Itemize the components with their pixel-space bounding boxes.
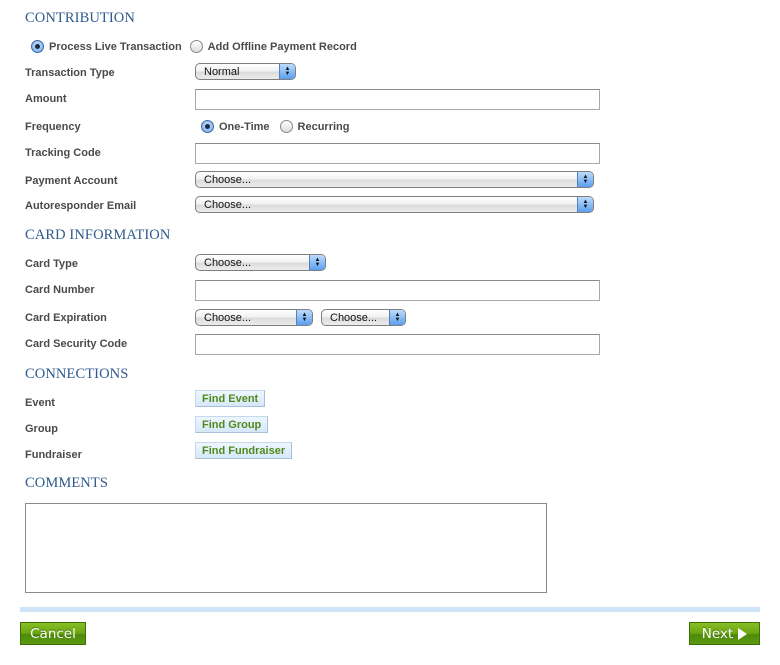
amount-input[interactable] (195, 89, 600, 110)
next-button-label: Next (701, 625, 734, 642)
card-expiration-year-select[interactable]: Choose... ▲ ▼ (321, 309, 406, 326)
radio-label: One-Time (219, 120, 270, 133)
find-fundraiser-button[interactable]: Find Fundraiser (195, 442, 293, 459)
select-value: Choose... (204, 256, 252, 269)
group-label: Group (25, 423, 58, 435)
card-security-code-input[interactable] (195, 334, 600, 355)
card-number-label: Card Number (25, 284, 95, 296)
radio-label: Recurring (297, 120, 350, 133)
radio-button-unchecked[interactable] (189, 40, 203, 53)
select-arrows-icon: ▲ ▼ (577, 197, 593, 212)
radio-label: Add Offline Payment Record (207, 40, 357, 53)
select-arrows-icon: ▲ ▼ (309, 255, 325, 270)
fundraiser-label: Fundraiser (25, 449, 82, 461)
select-value: Choose... (204, 198, 252, 211)
card-expiration-month-select[interactable]: Choose... ▲ ▼ (195, 309, 313, 326)
radio-button-unchecked[interactable] (279, 120, 293, 133)
radio-process-live-transaction[interactable]: Process Live Transaction (31, 40, 182, 53)
select-value: Choose... (330, 311, 378, 324)
select-value: Normal (204, 65, 240, 78)
select-value: Choose... (204, 173, 252, 186)
transaction-type-select[interactable]: Normal ▲ ▼ (195, 63, 296, 80)
cancel-button[interactable]: Cancel (20, 622, 86, 645)
section-title-comments: COMMENTS (25, 475, 108, 491)
tracking-code-label: Tracking Code (25, 147, 101, 159)
radio-button-checked[interactable] (31, 40, 44, 53)
radio-recurring[interactable]: Recurring (279, 120, 350, 133)
card-expiration-label: Card Expiration (25, 312, 107, 324)
card-security-code-label: Card Security Code (25, 338, 128, 350)
autoresponder-email-label: Autoresponder Email (25, 200, 137, 212)
play-arrow-icon (738, 627, 748, 640)
select-arrows-icon: ▲ ▼ (577, 172, 593, 187)
payment-account-select[interactable]: Choose... ▲ ▼ (195, 171, 594, 188)
card-number-input[interactable] (195, 280, 600, 301)
select-value: Choose... (204, 311, 252, 324)
amount-label: Amount (25, 93, 67, 105)
frequency-radio-group: One-Time Recurring (201, 120, 358, 133)
autoresponder-email-select[interactable]: Choose... ▲ ▼ (195, 196, 594, 213)
find-group-button[interactable]: Find Group (195, 416, 269, 433)
radio-label: Process Live Transaction (49, 40, 182, 53)
card-type-select[interactable]: Choose... ▲ ▼ (195, 254, 326, 271)
card-type-label: Card Type (25, 258, 78, 270)
radio-add-offline-payment[interactable]: Add Offline Payment Record (189, 40, 357, 53)
frequency-label: Frequency (25, 121, 81, 133)
event-label: Event (25, 397, 55, 409)
cancel-button-label: Cancel (30, 625, 76, 642)
section-title-connections: CONNECTIONS (25, 366, 129, 382)
transaction-mode-radio-group: Process Live Transaction Add Offline Pay… (31, 40, 365, 53)
radio-one-time[interactable]: One-Time (201, 120, 270, 133)
select-arrows-icon: ▲ ▼ (279, 64, 295, 79)
transaction-type-label: Transaction Type (25, 67, 115, 79)
section-title-card-information: CARD INFORMATION (25, 227, 171, 243)
next-button[interactable]: Next (689, 622, 760, 645)
comments-textarea[interactable] (25, 503, 547, 593)
find-event-button[interactable]: Find Event (195, 390, 266, 407)
footer-divider (20, 607, 760, 612)
select-arrows-icon: ▲ ▼ (389, 310, 405, 325)
radio-button-checked[interactable] (201, 120, 214, 133)
select-arrows-icon: ▲ ▼ (296, 310, 312, 325)
section-title-contribution: CONTRIBUTION (25, 10, 135, 26)
payment-account-label: Payment Account (25, 175, 118, 187)
tracking-code-input[interactable] (195, 143, 600, 164)
